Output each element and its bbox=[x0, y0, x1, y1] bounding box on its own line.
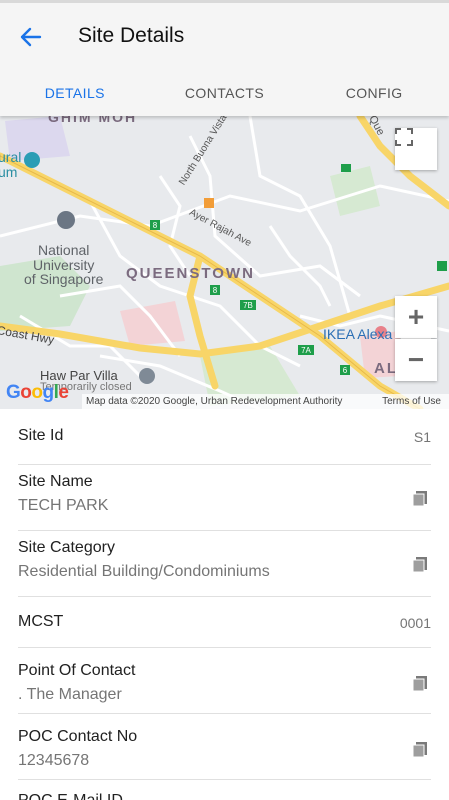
map-label-nus: National University of Singapore bbox=[24, 242, 104, 288]
poc-contact-no-label: POC Contact No bbox=[18, 728, 138, 745]
map-badge-label: 6 bbox=[343, 366, 348, 375]
map-attribution: Map data ©2020 Google, Urban Redevelopme… bbox=[82, 394, 449, 409]
map-badge-label: 7A bbox=[301, 346, 311, 355]
map-badge-label: 8 bbox=[153, 221, 158, 230]
map-view[interactable]: 8 8 7B 7A 6 GHIM MOH ural um North Buona Vis… bbox=[0, 116, 449, 409]
mcst-row: MCST 0001 bbox=[18, 597, 431, 648]
clipboard-copy-icon[interactable] bbox=[411, 674, 429, 692]
tab-config[interactable]: CONFIG bbox=[299, 73, 449, 119]
app-bar: Site Details DETAILS CONTACTS CONFIG bbox=[0, 0, 449, 116]
mcst-value: 0001 bbox=[399, 615, 431, 631]
poc-email-row: POC E-Mail ID bbox=[18, 780, 431, 800]
site-name-row: Site Name TECH PARK bbox=[18, 465, 431, 531]
site-category-label: Site Category bbox=[18, 539, 115, 556]
map-label-ikea: IKEA Alexa bbox=[323, 326, 393, 342]
poc-contact-no-value: 12345678 bbox=[18, 752, 90, 769]
point-of-contact-value: . The Manager bbox=[18, 686, 122, 703]
plus-icon: + bbox=[407, 301, 425, 332]
arrow-left-icon bbox=[20, 27, 42, 47]
site-category-value: Residential Building/Condominiums bbox=[18, 563, 270, 580]
tab-details[interactable]: DETAILS bbox=[0, 73, 150, 119]
fullscreen-button[interactable] bbox=[395, 128, 437, 170]
map-badge-label: 7B bbox=[243, 301, 253, 310]
google-logo: Google bbox=[6, 382, 69, 403]
site-details-list: Site Id S1 Site Name TECH PARK Site Cate… bbox=[0, 409, 449, 800]
terms-of-use-link[interactable]: Terms of Use bbox=[382, 394, 441, 409]
map-badge-label: 8 bbox=[213, 286, 218, 295]
back-button[interactable] bbox=[14, 23, 48, 51]
fullscreen-icon bbox=[395, 128, 413, 146]
map-label-queenstown: QUEENSTOWN bbox=[126, 265, 255, 282]
map-label-museum: ural um bbox=[0, 149, 22, 180]
site-name-label: Site Name bbox=[18, 473, 93, 490]
zoom-in-button[interactable]: + bbox=[395, 296, 437, 338]
tab-bar: DETAILS CONTACTS CONFIG bbox=[0, 73, 449, 119]
poc-contact-no-row: POC Contact No 12345678 bbox=[18, 714, 431, 780]
site-category-row: Site Category Residential Building/Condo… bbox=[18, 531, 431, 597]
clipboard-copy-icon[interactable] bbox=[411, 489, 429, 507]
minus-icon: − bbox=[407, 344, 425, 375]
page-title: Site Details bbox=[78, 24, 185, 47]
point-of-contact-label: Point Of Contact bbox=[18, 662, 136, 679]
mcst-label: MCST bbox=[18, 613, 64, 630]
site-id-value: S1 bbox=[413, 429, 431, 445]
clipboard-copy-icon[interactable] bbox=[411, 555, 429, 573]
clipboard-copy-icon[interactable] bbox=[411, 740, 429, 758]
site-id-label: Site Id bbox=[18, 427, 64, 444]
zoom-out-button[interactable]: − bbox=[395, 339, 437, 381]
attribution-text: Map data ©2020 Google, Urban Redevelopme… bbox=[86, 396, 343, 407]
tab-contacts[interactable]: CONTACTS bbox=[150, 73, 300, 119]
point-of-contact-row: Point Of Contact . The Manager bbox=[18, 648, 431, 714]
poc-email-label: POC E-Mail ID bbox=[18, 792, 123, 800]
site-id-row: Site Id S1 bbox=[18, 409, 431, 465]
site-name-value: TECH PARK bbox=[18, 497, 109, 514]
